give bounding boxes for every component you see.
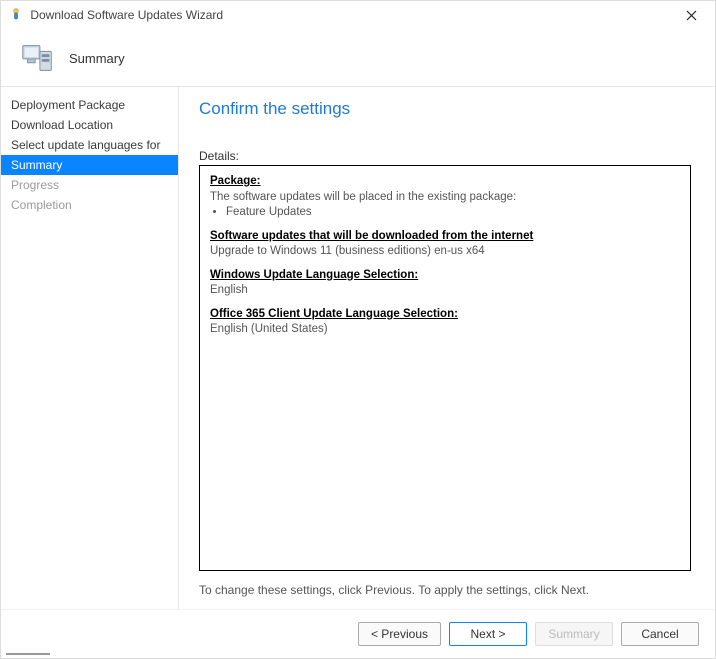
- section-downloads: Software updates that will be downloaded…: [210, 229, 680, 260]
- section-title: Package:: [210, 175, 261, 187]
- section-body: Upgrade to Windows 11 (business editions…: [210, 245, 485, 257]
- section-body: English: [210, 284, 248, 296]
- section-body: The software updates will be placed in t…: [210, 191, 516, 203]
- sidebar-item-select-languages[interactable]: Select update languages for: [1, 135, 178, 155]
- banner-label: Summary: [69, 51, 125, 66]
- section-title: Office 365 Client Update Language Select…: [210, 308, 458, 320]
- titlebar: Download Software Updates Wizard: [1, 1, 715, 30]
- close-button[interactable]: [671, 3, 711, 27]
- content-area: Confirm the settings Details: Package: T…: [179, 87, 715, 609]
- sidebar: Deployment Package Download Location Sel…: [1, 87, 179, 609]
- window-title: Download Software Updates Wizard: [30, 8, 223, 22]
- banner-icon: [19, 41, 57, 75]
- section-bullets: Feature Updates: [226, 205, 680, 221]
- sidebar-item-completion: Completion: [1, 195, 178, 215]
- banner: Summary: [1, 30, 715, 87]
- previous-button[interactable]: < Previous: [358, 622, 441, 646]
- summary-button: Summary: [535, 622, 613, 646]
- bullet-item: Feature Updates: [226, 205, 680, 221]
- section-title: Windows Update Language Selection:: [210, 269, 418, 281]
- section-body: English (United States): [210, 323, 328, 335]
- close-icon: [686, 10, 697, 21]
- sidebar-item-summary[interactable]: Summary: [1, 155, 178, 175]
- section-package: Package: The software updates will be pl…: [210, 174, 680, 221]
- section-wu-lang: Windows Update Language Selection: Engli…: [210, 268, 680, 299]
- hint-text: To change these settings, click Previous…: [199, 583, 691, 597]
- details-box: Package: The software updates will be pl…: [199, 165, 691, 571]
- cancel-button[interactable]: Cancel: [621, 622, 699, 646]
- next-button[interactable]: Next >: [449, 622, 527, 646]
- wizard-window: Download Software Updates Wizard Summary…: [0, 0, 716, 659]
- section-title: Software updates that will be downloaded…: [210, 230, 533, 242]
- body: Deployment Package Download Location Sel…: [1, 87, 715, 609]
- resize-grip[interactable]: [6, 653, 50, 655]
- app-icon: [9, 8, 23, 22]
- sidebar-item-deployment-package[interactable]: Deployment Package: [1, 95, 178, 115]
- window-title-wrapper: Download Software Updates Wizard: [9, 8, 671, 22]
- page-heading: Confirm the settings: [199, 99, 691, 119]
- sidebar-item-progress: Progress: [1, 175, 178, 195]
- details-label: Details:: [199, 149, 691, 163]
- footer: < Previous Next > Summary Cancel: [1, 609, 715, 658]
- sidebar-item-download-location[interactable]: Download Location: [1, 115, 178, 135]
- section-o365-lang: Office 365 Client Update Language Select…: [210, 307, 680, 338]
